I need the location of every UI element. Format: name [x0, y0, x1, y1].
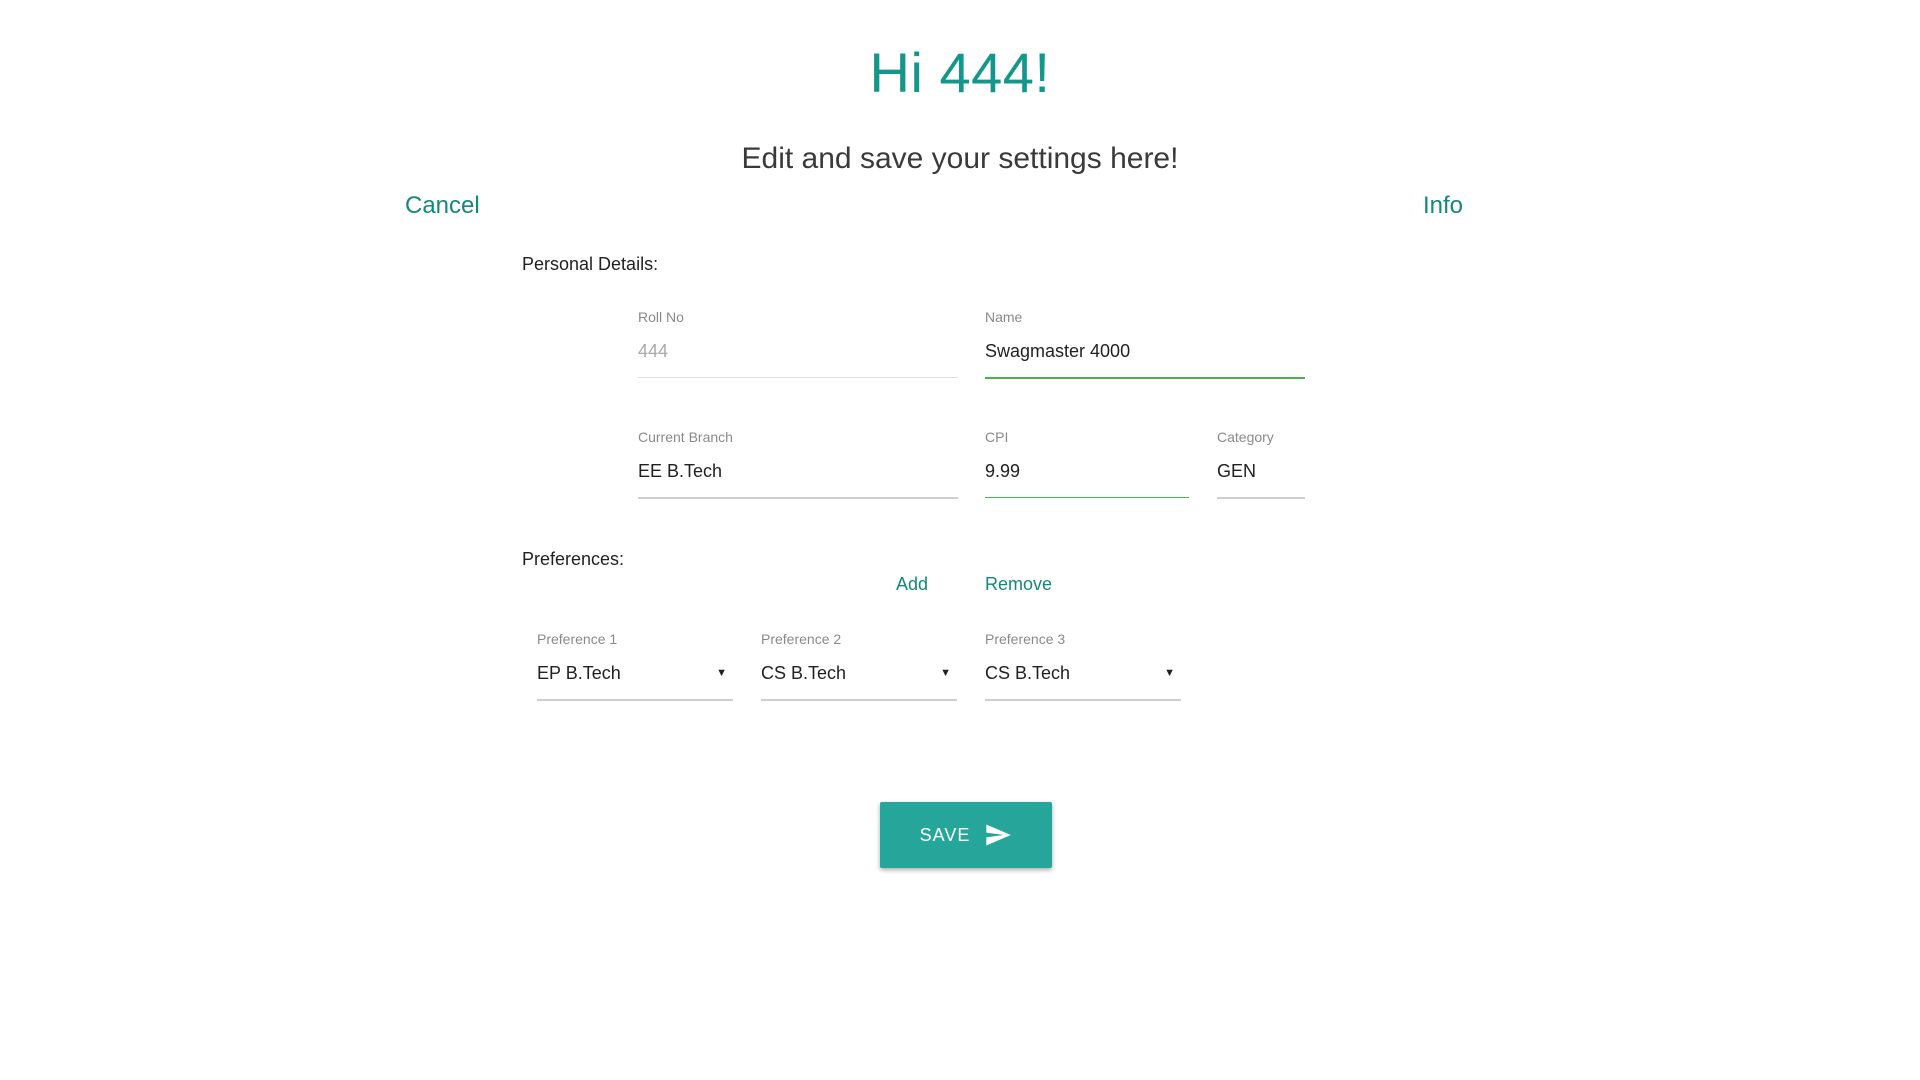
roll-no-field[interactable]: Roll No 444	[638, 309, 958, 381]
preferences-heading: Preferences:	[522, 549, 625, 569]
page-title: Hi 444!	[869, 41, 1051, 104]
preference-1-underline	[537, 699, 733, 701]
personal-details-heading: Personal Details:	[522, 254, 659, 274]
cpi-label: CPI	[985, 429, 1009, 445]
preference-3-select[interactable]: Preference 3 CS B.Tech ▼	[985, 631, 1181, 703]
info-link[interactable]: Info	[1423, 192, 1463, 220]
branch-field[interactable]: Current Branch EE B.Tech	[638, 429, 958, 501]
chevron-down-icon[interactable]: ▼	[940, 667, 951, 679]
save-button[interactable]: SAVE	[880, 802, 1052, 868]
category-label: Category	[1217, 429, 1274, 445]
remove-preference-link[interactable]: Remove	[985, 574, 1052, 595]
preference-3-underline	[985, 699, 1181, 701]
name-value[interactable]: Swagmaster 4000	[985, 341, 1130, 362]
name-field[interactable]: Name Swagmaster 4000	[985, 309, 1305, 381]
roll-no-label: Roll No	[638, 309, 684, 325]
settings-page: Hi 444! Edit and save your settings here…	[0, 0, 1920, 1080]
cpi-value[interactable]: 9.99	[985, 461, 1020, 482]
name-underline	[985, 377, 1305, 379]
roll-no-value: 444	[638, 341, 669, 361]
preference-1-label: Preference 1	[537, 631, 618, 647]
page-subtitle: Edit and save your settings here!	[741, 142, 1179, 175]
preference-3-value[interactable]: CS B.Tech	[985, 663, 1070, 684]
category-underline	[1217, 497, 1305, 499]
roll-no-underline	[638, 377, 958, 378]
cancel-link[interactable]: Cancel	[405, 192, 480, 220]
preference-2-select[interactable]: Preference 2 CS B.Tech ▼	[761, 631, 957, 703]
preference-2-value[interactable]: CS B.Tech	[761, 663, 846, 684]
preference-2-label: Preference 2	[761, 631, 842, 647]
cpi-field[interactable]: CPI 9.99	[985, 429, 1189, 501]
cpi-underline	[985, 497, 1189, 498]
chevron-down-icon[interactable]: ▼	[716, 667, 727, 679]
preference-1-value[interactable]: EP B.Tech	[537, 663, 621, 684]
branch-value[interactable]: EE B.Tech	[638, 461, 722, 482]
save-button-label: SAVE	[919, 824, 971, 845]
branch-underline	[638, 497, 958, 499]
branch-label: Current Branch	[638, 429, 733, 445]
add-preference-link[interactable]: Add	[896, 574, 928, 595]
chevron-down-icon[interactable]: ▼	[1164, 667, 1175, 679]
preference-3-label: Preference 3	[985, 631, 1066, 647]
name-label: Name	[985, 309, 1023, 325]
category-value[interactable]: GEN	[1217, 461, 1256, 482]
send-icon	[986, 824, 1012, 846]
preference-2-underline	[761, 699, 957, 701]
category-field[interactable]: Category GEN	[1217, 429, 1305, 501]
preference-1-select[interactable]: Preference 1 EP B.Tech ▼	[537, 631, 733, 703]
